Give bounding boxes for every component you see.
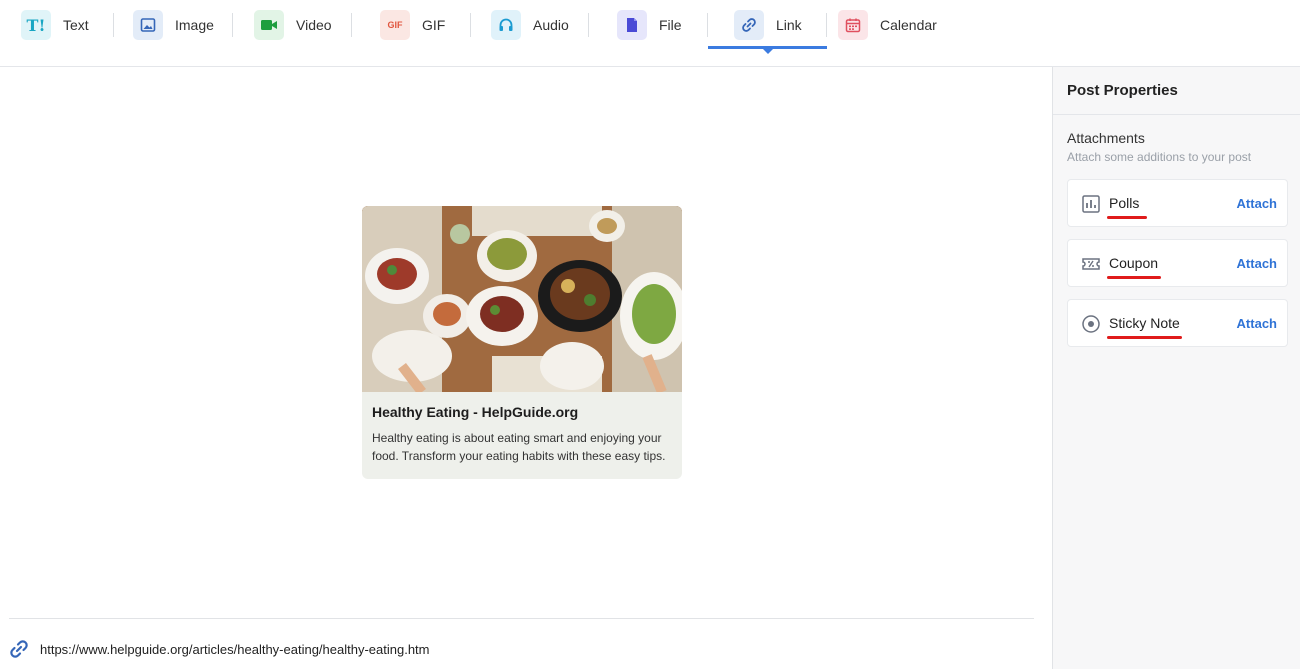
tab-label: Link [776, 17, 802, 33]
headphones-icon [491, 10, 521, 40]
sticky-note-icon [1082, 315, 1100, 333]
url-row: https://www.helpguide.org/articles/healt… [9, 639, 430, 659]
tab-label: Image [175, 17, 214, 33]
tab-divider [707, 13, 708, 37]
post-editor-canvas: Healthy Eating - HelpGuide.org Healthy e… [0, 67, 1052, 669]
label-underline [1107, 216, 1147, 219]
calendar-icon [838, 10, 868, 40]
tab-label: Audio [533, 17, 569, 33]
text-icon: T! [21, 10, 51, 40]
gif-icon-text: GIF [387, 20, 403, 30]
tab-divider [826, 13, 827, 37]
tab-divider [113, 13, 114, 37]
preview-image [362, 206, 682, 392]
tab-video[interactable]: Video [254, 0, 332, 50]
url-divider [9, 618, 1034, 619]
tab-divider [588, 13, 589, 37]
link-icon [10, 640, 28, 658]
attachment-polls: Polls Attach [1067, 179, 1288, 227]
tab-label: Calendar [880, 17, 937, 33]
attachment-label: Sticky Note [1109, 315, 1180, 331]
poll-chart-icon [1082, 195, 1100, 213]
link-preview-card[interactable]: Healthy Eating - HelpGuide.org Healthy e… [362, 206, 682, 479]
attach-coupon-button[interactable]: Attach [1237, 256, 1277, 271]
file-icon [617, 10, 647, 40]
post-properties-panel: Post Properties Attachments Attach some … [1052, 67, 1300, 669]
tab-divider [351, 13, 352, 37]
tab-image[interactable]: Image [133, 0, 214, 50]
link-icon [734, 10, 764, 40]
tab-divider [470, 13, 471, 37]
tab-label: Video [296, 17, 332, 33]
attach-sticky-note-button[interactable]: Attach [1237, 316, 1277, 331]
url-input[interactable]: https://www.helpguide.org/articles/healt… [40, 642, 430, 657]
preview-title: Healthy Eating - HelpGuide.org [372, 404, 579, 420]
preview-description: Healthy eating is about eating smart and… [372, 431, 666, 463]
tab-audio[interactable]: Audio [491, 0, 569, 50]
image-icon [133, 10, 163, 40]
label-underline [1107, 276, 1161, 279]
attachment-coupon: Coupon Attach [1067, 239, 1288, 287]
attach-polls-button[interactable]: Attach [1237, 196, 1277, 211]
tab-gif[interactable]: GIF GIF [380, 0, 445, 50]
tab-calendar[interactable]: Calendar [838, 0, 937, 50]
tab-divider [232, 13, 233, 37]
active-tab-arrow [762, 48, 774, 54]
attachment-label: Polls [1109, 195, 1140, 211]
tab-label: GIF [422, 17, 446, 33]
coupon-icon [1082, 258, 1100, 270]
attachment-sticky-note: Sticky Note Attach [1067, 299, 1288, 347]
label-underline [1107, 336, 1182, 339]
tab-label: File [659, 17, 682, 33]
text-icon-glyph: T! [26, 15, 46, 35]
tab-text[interactable]: T! Text [21, 0, 89, 50]
tab-file[interactable]: File [617, 0, 682, 50]
attachments-subtitle: Attach some additions to your post [1067, 150, 1252, 164]
attachments-heading: Attachments [1067, 130, 1145, 146]
post-type-toolbar: T! Text Image Video GIF GIF Audio File L… [0, 0, 1300, 67]
tab-link[interactable]: Link [734, 0, 802, 50]
gif-icon: GIF [380, 10, 410, 40]
attachment-label: Coupon [1109, 255, 1159, 271]
tab-label: Text [63, 17, 89, 33]
video-icon [254, 10, 284, 40]
panel-title: Post Properties [1053, 67, 1300, 115]
